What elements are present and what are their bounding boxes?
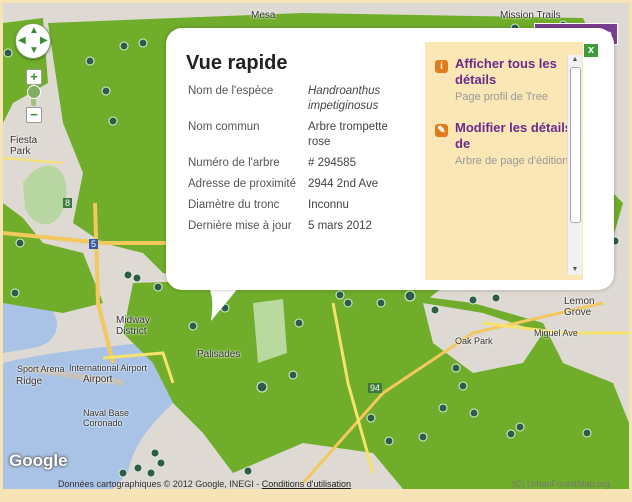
- detail-label: Nom commun: [188, 121, 260, 133]
- zoom-out-button[interactable]: −: [26, 107, 42, 123]
- popup-tail: [209, 287, 239, 321]
- detail-label: Numéro de l'arbre: [188, 157, 280, 169]
- detail-row-common-name: Nom commun Arbre trompette rose: [188, 120, 410, 150]
- route-shield-94: 94: [368, 383, 383, 393]
- route-shield-5: 5: [89, 239, 99, 249]
- popup-scrollbar[interactable]: ▲ ▼: [567, 55, 582, 275]
- google-logo[interactable]: Google: [9, 451, 68, 471]
- detail-label: Nom de l'espèce: [188, 85, 274, 97]
- detail-row-species: Nom de l'espèce Handroanthus impetiginos…: [188, 84, 410, 114]
- zoom-in-button[interactable]: +: [26, 69, 42, 85]
- zoom-slider-handle[interactable]: [27, 85, 41, 99]
- map-label-miguel-ave: Miguel Ave: [534, 328, 578, 338]
- detail-value: # 294585: [308, 157, 356, 169]
- terms-link[interactable]: Conditions d'utilisation: [262, 479, 351, 489]
- view-details-action[interactable]: i Afficher tous les détails Page profil …: [435, 56, 575, 105]
- close-popup-button[interactable]: x: [583, 43, 599, 58]
- scroll-thumb[interactable]: [570, 67, 581, 223]
- map-label-international-airport: International Airport: [69, 363, 148, 373]
- route-shield-8: 8: [63, 198, 73, 208]
- scroll-down-arrow-icon[interactable]: ▼: [570, 265, 580, 275]
- tree-details-list: Nom de l'espèce Handroanthus impetiginos…: [188, 84, 410, 240]
- map-label-lemon-grove: Lemon Grove: [564, 296, 595, 318]
- detail-row-last-updated: Dernière mise à jour 5 mars 2012: [188, 219, 410, 234]
- map-frame: Mesa Mission Trails Fiesta Park Midway D…: [0, 0, 632, 502]
- detail-label: Adresse de proximité: [188, 178, 297, 190]
- map-label-oak-park: Oak Park: [455, 336, 493, 346]
- edit-details-description: Arbre de page d'édition: [455, 155, 569, 167]
- pan-down-icon[interactable]: ▼: [29, 46, 39, 56]
- info-icon: i: [435, 60, 448, 73]
- map-label-naval-base: Naval Base Coronado: [83, 408, 130, 428]
- detail-value: 2944 2nd Ave: [308, 178, 379, 190]
- view-details-link[interactable]: Afficher tous les détails: [455, 56, 575, 88]
- map-label-sport-arena: Sport Arena: [17, 364, 65, 374]
- map-label-ridge: Ridge: [16, 376, 43, 387]
- pan-control[interactable]: ▲ ▼ ◀ ▶: [15, 23, 51, 59]
- credit-text: (C) UrbanForestMap.org: [512, 479, 611, 489]
- view-details-description: Page profil de Tree: [455, 91, 548, 103]
- map-label-palisades: Palisades: [197, 349, 241, 360]
- detail-row-address: Adresse de proximité 2944 2nd Ave: [188, 177, 410, 192]
- pan-right-icon[interactable]: ▶: [40, 36, 48, 46]
- detail-value: 5 mars 2012: [308, 220, 372, 232]
- pencil-icon: ✎: [435, 124, 448, 137]
- pan-left-icon[interactable]: ◀: [18, 36, 26, 46]
- map-label-midway-district: Midway District: [116, 315, 150, 337]
- detail-row-tree-number: Numéro de l'arbre # 294585: [188, 156, 410, 171]
- popup-title: Vue rapide: [186, 52, 288, 74]
- map-label-fiesta-park: Fiesta Park: [10, 135, 38, 157]
- quick-view-popup: Vue rapide Nom de l'espèce Handroanthus …: [166, 28, 614, 290]
- detail-row-trunk-diameter: Diamètre du tronc Inconnu: [188, 198, 410, 213]
- map-label-mesa: Mesa: [251, 10, 276, 21]
- detail-value: Arbre trompette rose: [308, 121, 388, 148]
- map-area[interactable]: Mesa Mission Trails Fiesta Park Midway D…: [3, 3, 629, 489]
- copyright-text: Données cartographiques © 2012 Google, I…: [58, 479, 262, 489]
- detail-label: Dernière mise à jour: [188, 220, 292, 232]
- map-copyright: Données cartographiques © 2012 Google, I…: [58, 479, 351, 489]
- scroll-up-arrow-icon[interactable]: ▲: [570, 55, 580, 65]
- detail-value: Inconnu: [308, 199, 349, 211]
- edit-details-action[interactable]: ✎ Modifier les détails de Arbre de page …: [435, 120, 575, 169]
- map-label-airport: Airport: [83, 374, 113, 385]
- map-label-mission-trails: Mission Trails: [500, 10, 561, 21]
- detail-value: Handroanthus impetiginosus: [308, 85, 381, 112]
- edit-details-link[interactable]: Modifier les détails de: [455, 120, 575, 152]
- actions-panel: i Afficher tous les détails Page profil …: [425, 42, 583, 280]
- detail-label: Diamètre du tronc: [188, 199, 280, 211]
- pan-up-icon[interactable]: ▲: [29, 26, 39, 36]
